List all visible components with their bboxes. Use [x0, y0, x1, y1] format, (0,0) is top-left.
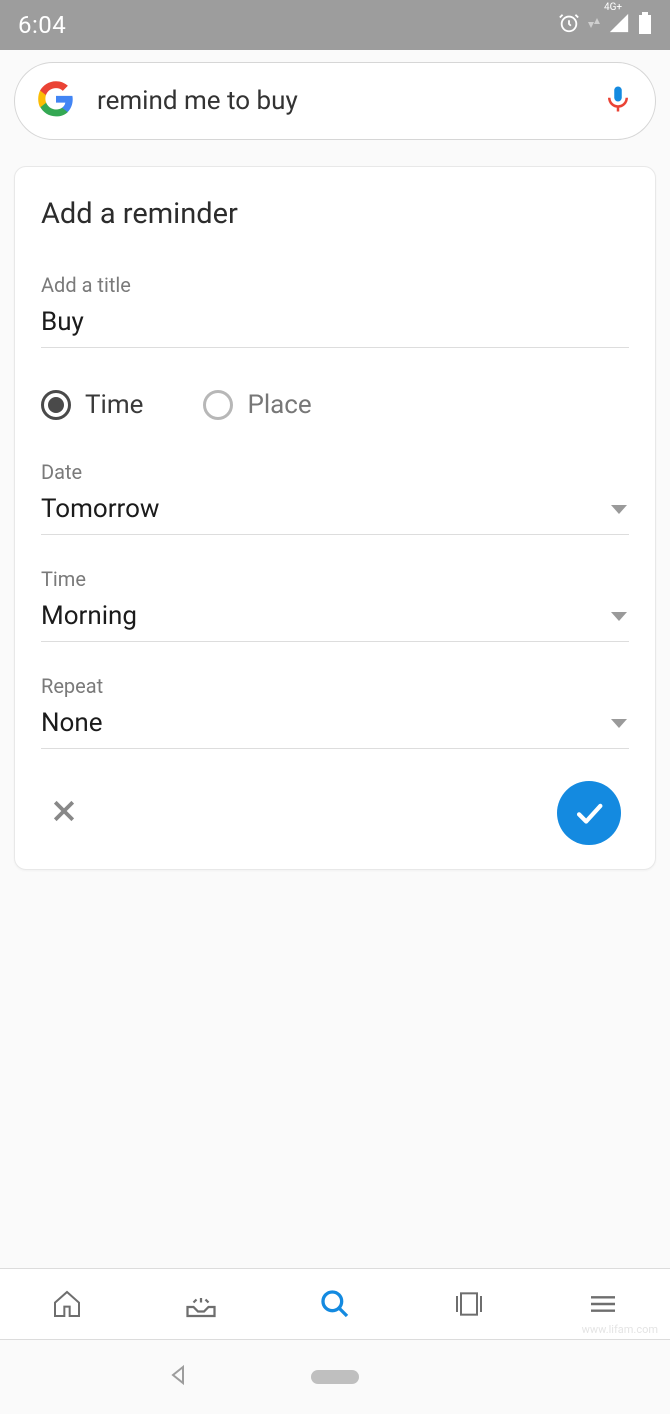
time-field: Time Morning: [41, 567, 629, 642]
back-icon: [167, 1363, 191, 1387]
status-icons: 4G+: [558, 12, 652, 38]
system-nav: [0, 1340, 670, 1414]
action-row: [41, 781, 629, 845]
search-bar[interactable]: remind me to buy: [14, 62, 656, 140]
network-data-icon: [588, 14, 600, 36]
status-time: 6:04: [18, 11, 66, 39]
cancel-button[interactable]: [49, 796, 79, 830]
radio-unchecked-icon: [203, 390, 233, 420]
bottom-nav: [0, 1268, 670, 1340]
time-value: Morning: [41, 601, 137, 631]
trigger-type-radio-group: Time Place: [41, 390, 629, 420]
repeat-value: None: [41, 708, 103, 738]
radio-time[interactable]: Time: [41, 390, 143, 420]
title-field-value[interactable]: Buy: [41, 307, 629, 348]
chevron-down-icon: [611, 719, 627, 728]
check-icon: [572, 796, 606, 830]
repeat-field: Repeat None: [41, 674, 629, 749]
nav-home[interactable]: [47, 1284, 87, 1324]
nav-menu[interactable]: [583, 1284, 623, 1324]
search-query[interactable]: remind me to buy: [97, 86, 581, 116]
confirm-button[interactable]: [557, 781, 621, 845]
menu-icon: [587, 1288, 619, 1320]
reminder-card: Add a reminder Add a title Buy Time Plac…: [14, 166, 656, 870]
card-title: Add a reminder: [41, 197, 629, 231]
home-icon: [51, 1288, 83, 1320]
nav-search[interactable]: [315, 1284, 355, 1324]
signal-icon: 4G+: [608, 12, 630, 38]
nav-inbox[interactable]: [181, 1284, 221, 1324]
inbox-icon: [183, 1286, 219, 1322]
alarm-icon: [558, 12, 580, 38]
sys-back-button[interactable]: [167, 1363, 191, 1391]
close-icon: [49, 796, 79, 826]
sys-home-pill[interactable]: [311, 1370, 359, 1384]
time-dropdown[interactable]: Morning: [41, 601, 629, 642]
radio-checked-icon: [41, 390, 71, 420]
repeat-label: Repeat: [41, 674, 629, 698]
time-label: Time: [41, 567, 629, 591]
chevron-down-icon: [611, 612, 627, 621]
title-field-block: Add a title Buy: [41, 273, 629, 348]
radio-place[interactable]: Place: [203, 390, 311, 420]
search-icon: [319, 1288, 351, 1320]
nav-recents[interactable]: [449, 1284, 489, 1324]
date-field: Date Tomorrow: [41, 460, 629, 535]
google-logo-icon: [37, 80, 75, 122]
microphone-icon[interactable]: [603, 84, 633, 118]
radio-place-label: Place: [247, 390, 311, 420]
date-value: Tomorrow: [41, 494, 159, 524]
status-bar: 6:04 4G+: [0, 0, 670, 50]
title-field-label: Add a title: [41, 273, 629, 297]
chevron-down-icon: [611, 505, 627, 514]
cards-icon: [453, 1288, 485, 1320]
battery-icon: [638, 12, 652, 38]
date-dropdown[interactable]: Tomorrow: [41, 494, 629, 535]
date-label: Date: [41, 460, 629, 484]
radio-time-label: Time: [85, 390, 143, 420]
repeat-dropdown[interactable]: None: [41, 708, 629, 749]
watermark: www.lifam.com: [582, 1323, 658, 1336]
